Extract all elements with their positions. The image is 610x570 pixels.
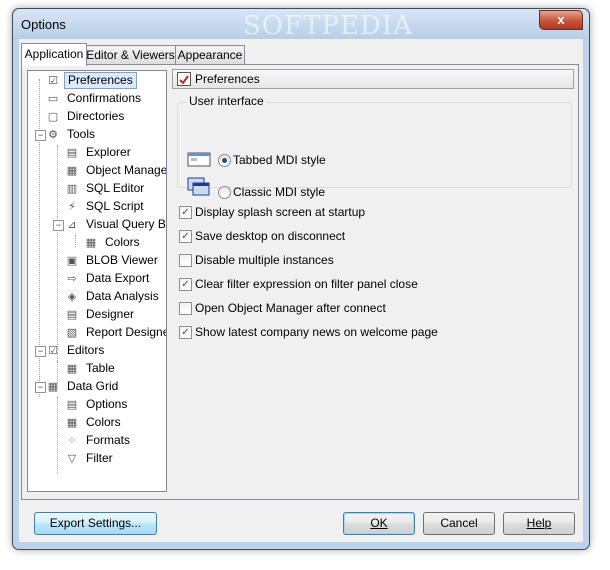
export-settings-button[interactable]: Export Settings... (34, 512, 157, 535)
explorer-icon: ▤ (66, 147, 78, 159)
data-export-icon: ⇨ (67, 273, 77, 285)
tab-application[interactable]: Application (21, 43, 87, 66)
checkbox-checked-icon: ✓ (179, 326, 192, 339)
watermark-text: SOFTPEDIA (243, 11, 413, 41)
checkbox-checked-icon: ✓ (179, 278, 192, 291)
sql-script-icon: ⚡ (68, 201, 76, 213)
ok-button[interactable]: OK (343, 512, 415, 535)
filter-funnel-icon: ▽ (67, 453, 77, 465)
blob-viewer-icon: ▣ (66, 255, 78, 267)
dialog-client: Application Editor & Viewers Appearance … (19, 39, 583, 542)
checkbox-checked-icon: ✓ (179, 230, 192, 243)
table-icon: ▦ (66, 363, 78, 375)
report-designer-icon: ▧ (66, 327, 78, 339)
checkbox-unchecked-icon (179, 254, 192, 267)
window-title: Options (21, 17, 66, 32)
formats-icon: ⁘ (67, 435, 77, 447)
preferences-checkbox-icon: ☑ (48, 75, 58, 87)
options-tree[interactable]: ☑ Preferences ▭ Confirmations ▢ Director… (27, 70, 167, 492)
close-button[interactable]: x (539, 10, 583, 30)
preferences-checkbox-icon (177, 72, 191, 86)
options-icon: ▤ (66, 399, 78, 411)
radio-indicator (218, 186, 231, 199)
title-bar[interactable]: Options SOFTPEDIA x (13, 9, 589, 41)
tree-connector (57, 397, 58, 473)
page-header: Preferences (172, 69, 574, 89)
user-interface-group (177, 102, 572, 188)
visual-query-icon: ⊿ (67, 219, 77, 231)
help-button[interactable]: Help (503, 512, 575, 535)
tab-panel-application: ☑ Preferences ▭ Confirmations ▢ Director… (21, 64, 579, 500)
cancel-button[interactable]: Cancel (423, 512, 495, 535)
user-interface-label: User interface (187, 94, 266, 108)
close-icon: x (557, 12, 565, 27)
folder-icon: ▢ (47, 111, 59, 123)
options-window: Options SOFTPEDIA x Application Editor &… (12, 8, 590, 550)
data-grid-icon: ▦ (47, 381, 59, 393)
colors-grid-icon: ▦ (85, 237, 97, 249)
radio-indicator (218, 154, 231, 167)
sql-editor-icon: ▥ (66, 183, 78, 195)
tools-gear-icon: ⚙ (48, 129, 58, 141)
tab-appearance[interactable]: Appearance (175, 45, 245, 65)
checkbox-checked-icon: ✓ (179, 206, 192, 219)
checkbox-unchecked-icon (179, 302, 192, 315)
designer-icon: ▤ (66, 309, 78, 321)
editors-check-icon: ☑ (48, 345, 58, 357)
classic-mdi-icon (187, 177, 211, 197)
collapse-visual-query-icon[interactable]: − (53, 220, 64, 231)
tab-editor-viewers[interactable]: Editor & Viewers (85, 45, 176, 65)
object-manager-icon: ▦ (66, 165, 78, 177)
tree-connector (75, 235, 76, 247)
confirmations-icon: ▭ (47, 93, 59, 105)
data-analysis-icon: ◈ (67, 291, 77, 303)
colors-grid-icon: ▦ (66, 417, 78, 429)
tabbed-mdi-icon (187, 151, 211, 167)
